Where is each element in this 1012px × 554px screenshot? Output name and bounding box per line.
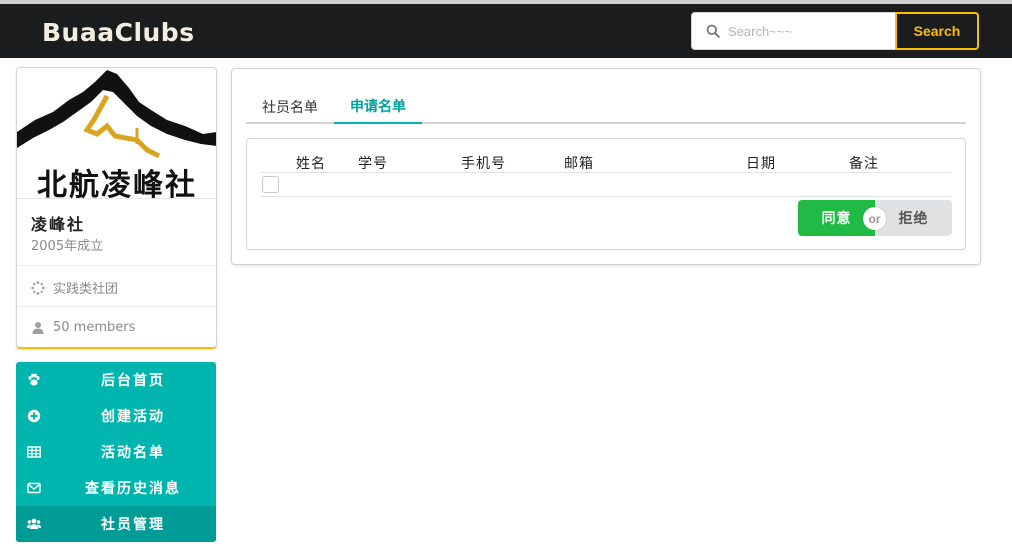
application-table: 姓名 学号 手机号 邮箱 日期 备注 同意 拒绝 or — [246, 138, 966, 250]
card-divider — [17, 306, 216, 307]
plus-circle-icon — [27, 409, 41, 423]
card-divider — [17, 265, 216, 266]
menu-item-label: 创建活动 — [101, 409, 165, 425]
menu-item-label: 社员管理 — [101, 517, 165, 533]
club-category: 实践类社团 — [53, 282, 119, 297]
column-header-name: 姓名 — [296, 156, 326, 172]
or-divider: or — [863, 207, 886, 230]
column-header-phone: 手机号 — [461, 156, 506, 172]
menu-item-message-history[interactable]: 查看历史消息 — [16, 470, 216, 506]
admin-side-menu: 后台首页 创建活动 活动名单 查看历史消息 社员管理 — [16, 362, 216, 542]
column-header-student-id: 学号 — [358, 156, 388, 172]
paw-icon — [28, 373, 40, 386]
menu-item-label: 活动名单 — [101, 445, 165, 461]
table-header: 姓名 学号 手机号 邮箱 日期 备注 — [261, 151, 951, 173]
user-icon — [32, 321, 44, 334]
select-all-checkbox[interactable] — [262, 176, 279, 193]
approve-reject-buttons: 同意 拒绝 or — [798, 200, 952, 236]
spinner-icon — [31, 280, 45, 295]
club-card: 北航凌峰社 凌峰社 2005年成立 实践类社团 50 members — [16, 67, 217, 349]
menu-item-label: 后台首页 — [101, 373, 165, 389]
users-icon — [27, 518, 41, 529]
search-box — [691, 12, 895, 50]
club-logo-text: 北航凌峰社 — [37, 168, 197, 203]
search-input[interactable] — [728, 16, 878, 46]
tab-member-list[interactable]: 社员名单 — [246, 89, 334, 124]
reject-button[interactable]: 拒绝 — [875, 200, 952, 236]
menu-item-dashboard[interactable]: 后台首页 — [16, 362, 216, 398]
brand-logo[interactable]: BuaaClubs — [42, 18, 195, 47]
envelope-icon — [27, 482, 41, 494]
top-navbar: BuaaClubs Search — [0, 0, 1012, 58]
club-members-row: 50 members — [31, 320, 135, 335]
member-management-panel: 社员名单 申请名单 姓名 学号 手机号 邮箱 日期 备注 同意 拒绝 or — [231, 68, 981, 265]
search-icon — [706, 24, 720, 38]
tab-bar: 社员名单 申请名单 — [246, 89, 966, 124]
club-founded: 2005年成立 — [31, 239, 104, 254]
search-form: Search — [691, 12, 979, 50]
club-member-count: 50 members — [53, 320, 136, 335]
club-category-row: 实践类社团 — [31, 278, 118, 297]
menu-item-member-management[interactable]: 社员管理 — [16, 506, 216, 542]
column-header-date: 日期 — [746, 156, 776, 172]
search-button[interactable]: Search — [895, 12, 979, 50]
table-icon — [27, 446, 41, 458]
column-header-email: 邮箱 — [564, 156, 594, 172]
menu-item-create-activity[interactable]: 创建活动 — [16, 398, 216, 434]
club-logo-image: 北航凌峰社 — [17, 68, 216, 203]
table-row — [261, 173, 951, 197]
club-name[interactable]: 凌峰社 — [31, 211, 85, 235]
menu-item-activity-list[interactable]: 活动名单 — [16, 434, 216, 470]
menu-item-label: 查看历史消息 — [85, 481, 181, 497]
column-header-remark: 备注 — [849, 156, 879, 172]
tab-application-list[interactable]: 申请名单 — [334, 89, 422, 124]
